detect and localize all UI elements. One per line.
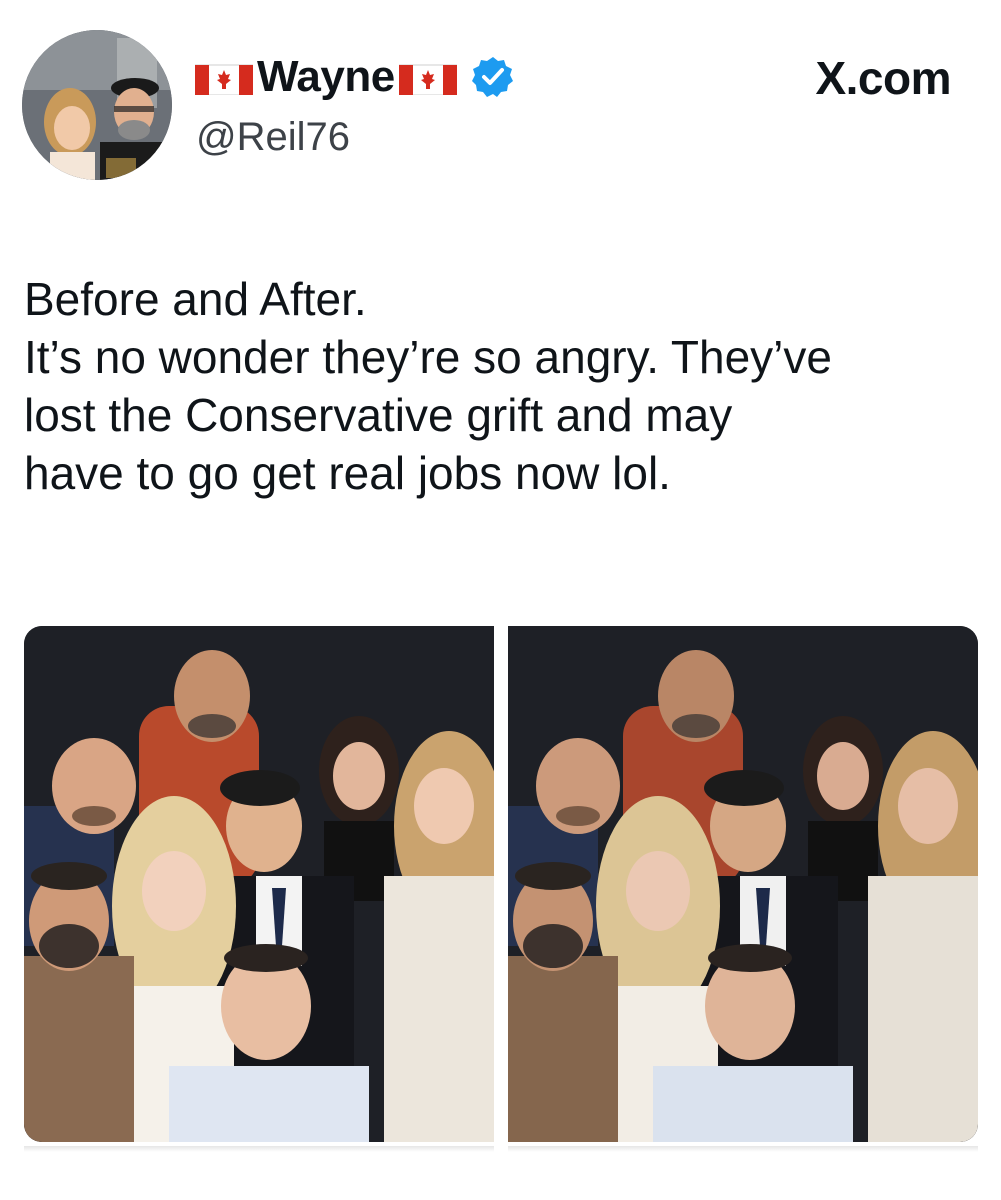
avatar[interactable]: [22, 30, 172, 180]
tweet-header: Wayne @Reil76 X.com: [0, 0, 1001, 200]
photo-divider: [508, 1146, 978, 1152]
user-handle[interactable]: @Reil76: [196, 112, 350, 162]
after-photo[interactable]: [508, 626, 978, 1142]
tweet-line: Before and After.: [24, 273, 367, 325]
tweet-line: It’s no wonder they’re so angry. They’ve: [24, 331, 832, 383]
tweet-line: have to go get real jobs now lol.: [24, 447, 671, 499]
canada-flag-icon: [195, 59, 253, 95]
photo-divider: [24, 1146, 494, 1152]
tweet-text: Before and After. It’s no wonder they’re…: [24, 270, 984, 502]
before-photo[interactable]: [24, 626, 494, 1142]
name-row[interactable]: Wayne: [195, 52, 515, 102]
display-name[interactable]: Wayne: [257, 52, 395, 102]
source-label: X.com: [815, 52, 951, 104]
verified-badge-icon: [471, 55, 515, 99]
tweet-line: lost the Conservative grift and may: [24, 389, 733, 441]
media-grid: [24, 626, 978, 1152]
canada-flag-icon: [398, 59, 457, 95]
